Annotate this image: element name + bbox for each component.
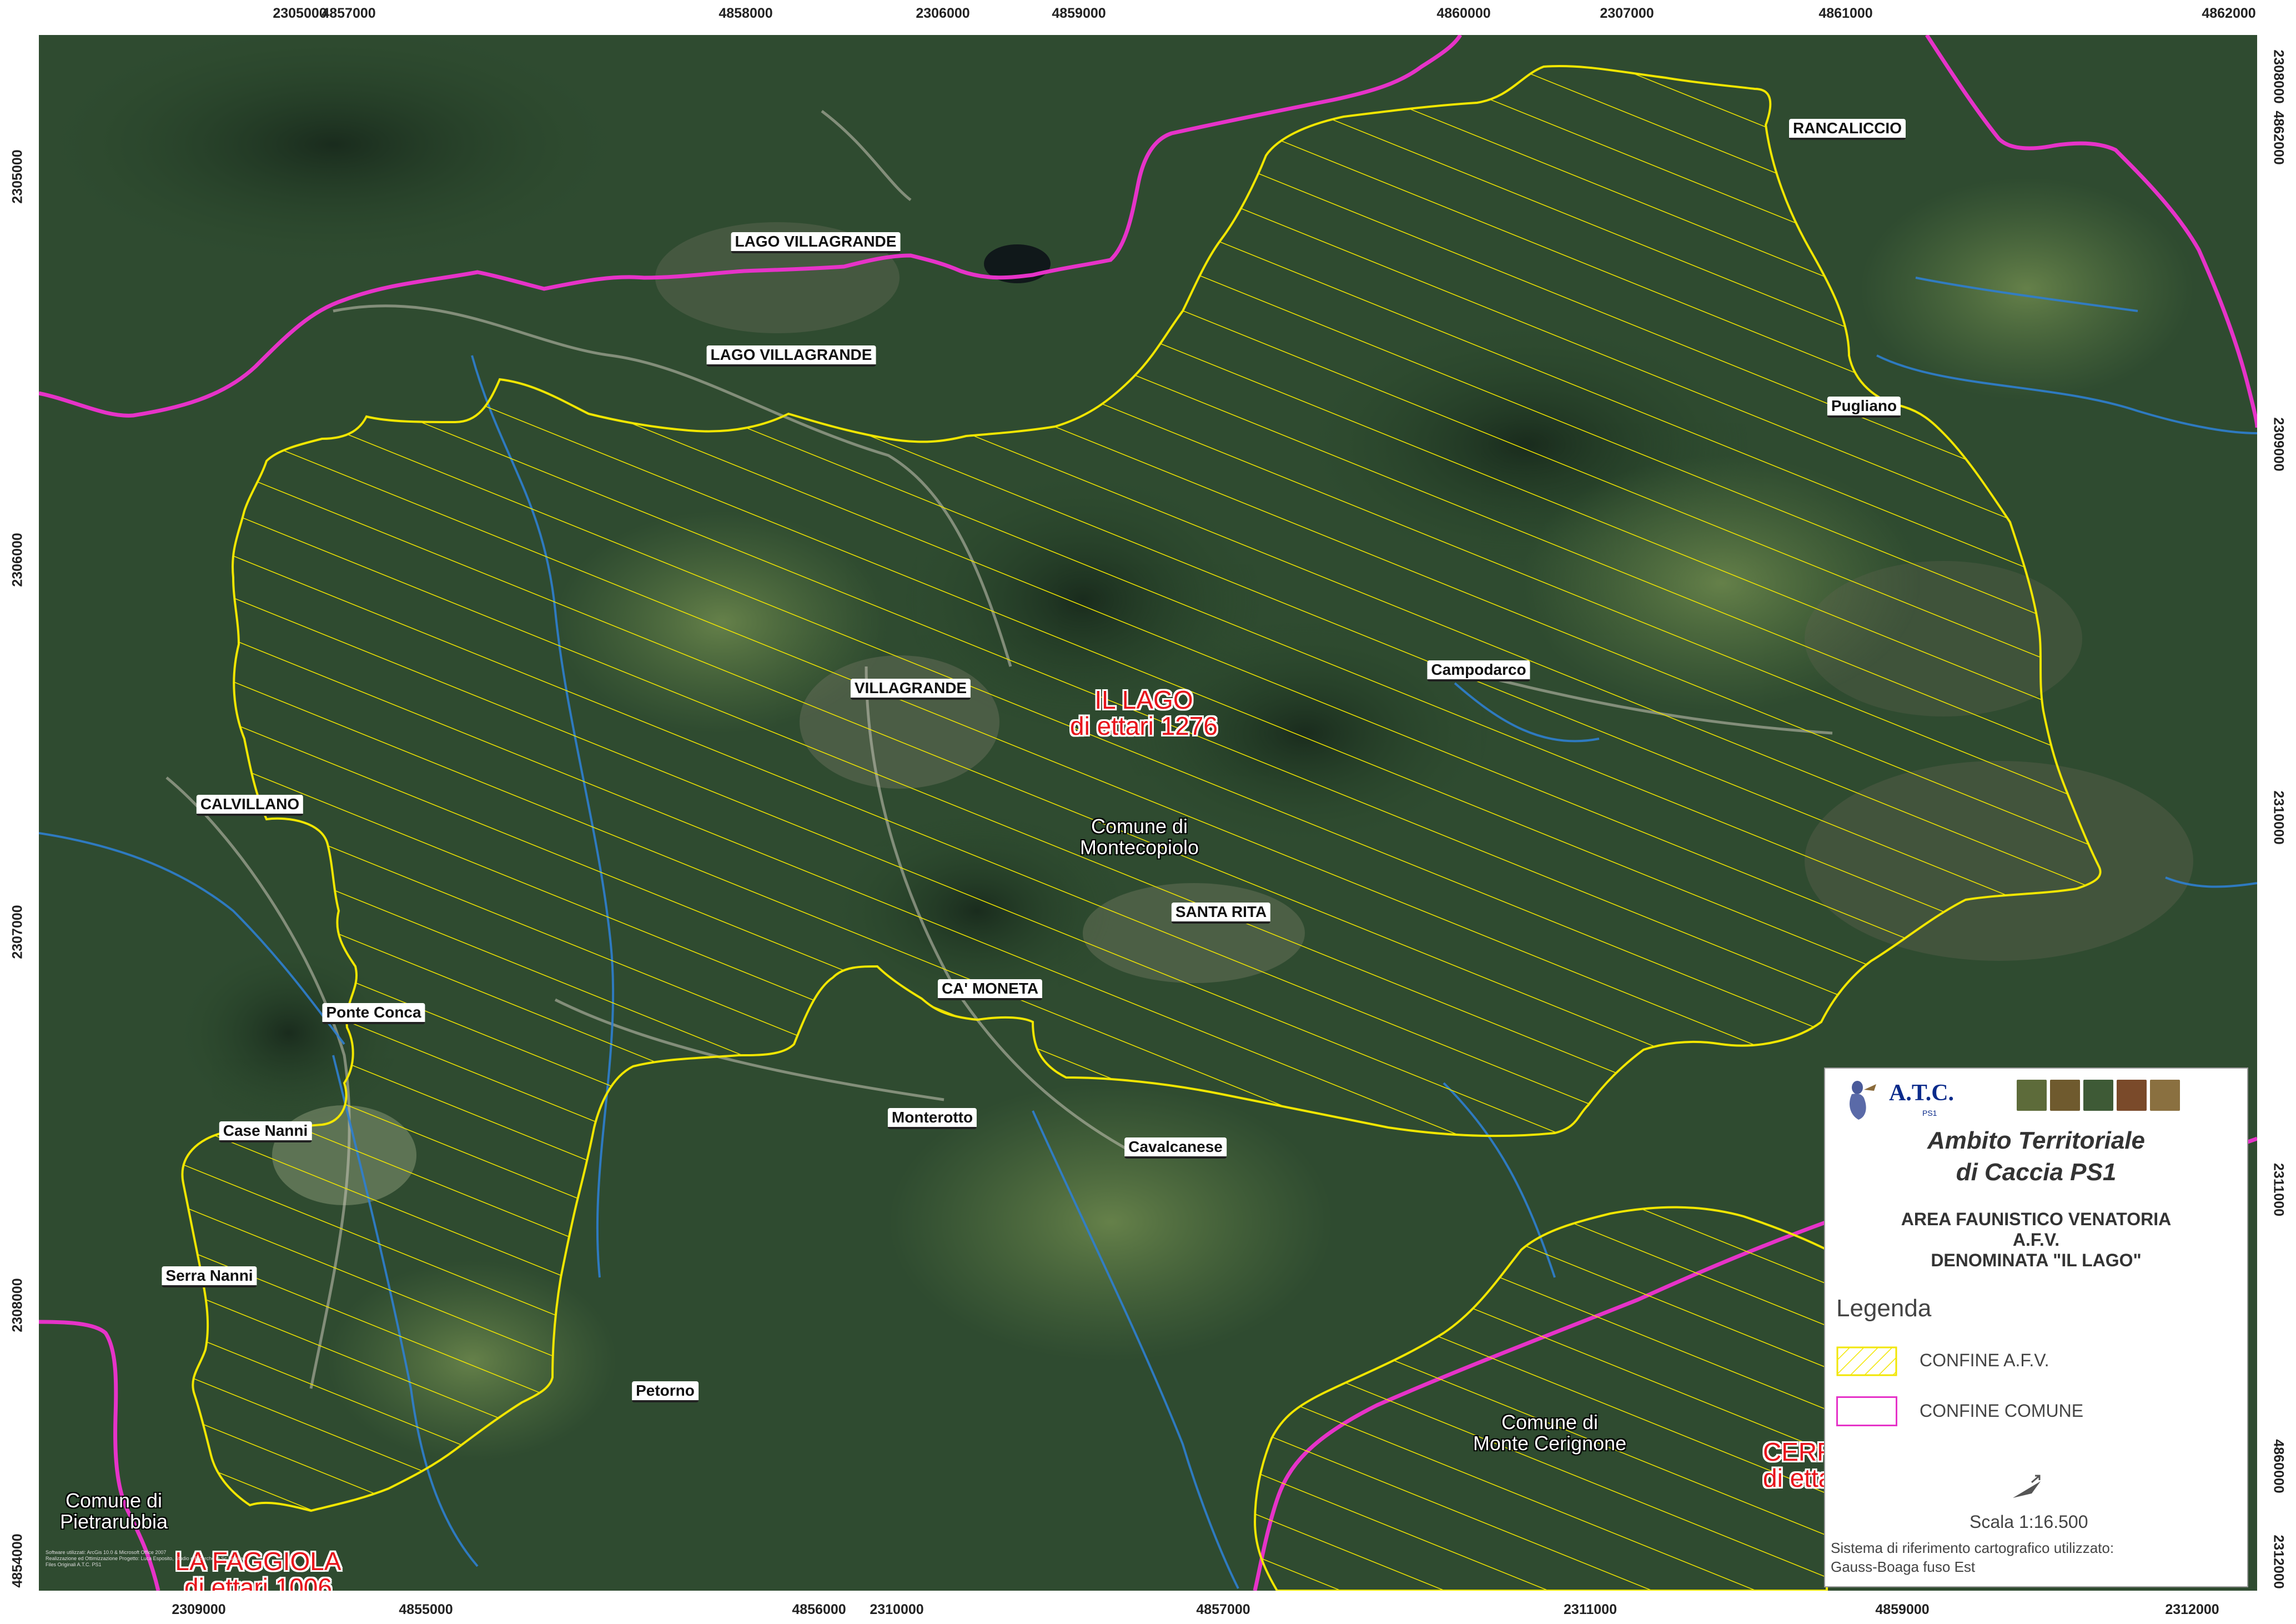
place-label: Case Nanni — [219, 1121, 312, 1142]
coord-bottom: 2312000 — [2165, 1602, 2219, 1617]
wildlife-photo — [2017, 1080, 2047, 1111]
place-label: Campodarco — [1427, 660, 1530, 681]
area-label-line: di ettari 1006 — [184, 1573, 332, 1591]
place-label: Serra Nanni — [162, 1266, 257, 1287]
place-label: Cavalcanese — [1124, 1137, 1227, 1159]
comune-label-montecopiolo: Comune di Montecopiolo — [1080, 816, 1199, 858]
reference-system-text: Sistema di riferimento cartografico util… — [1831, 1540, 2114, 1556]
coord-right: 2311000 — [2270, 1163, 2287, 1216]
area-label-il-lago: IL LAGO di ettari 1276 — [1070, 687, 1218, 739]
reference-system-text: Gauss-Boaga fuso Est — [1831, 1558, 1976, 1575]
area-label-line: di ettari 1276 — [1070, 711, 1218, 740]
logo-sub: PS1 — [1922, 1109, 1937, 1117]
coord-left: 2307000 — [9, 905, 26, 959]
comune-label-line: Pietrarubbia — [59, 1510, 168, 1533]
place-label: Monterotto — [887, 1108, 977, 1129]
coord-top: 4860000 — [1436, 6, 1491, 21]
coord-right: 2310000 — [2270, 790, 2287, 845]
comune-label-pietrarubbia: Comune di Pietrarubbia — [60, 1490, 168, 1532]
coord-right: 4860000 — [2270, 1439, 2287, 1493]
coord-bottom: 4857000 — [1196, 1602, 1250, 1617]
comune-label-monte-cerignone: Comune di Monte Cerignone — [1473, 1412, 1626, 1454]
coord-top: 2307000 — [1600, 6, 1654, 21]
place-label: Petorno — [632, 1381, 699, 1402]
legend-title: di Caccia PS1 — [1956, 1159, 2117, 1186]
coord-bottom: 2311000 — [1564, 1602, 1617, 1617]
afv-swatch — [1836, 1346, 1897, 1376]
coord-bottom: 2309000 — [172, 1602, 226, 1617]
scale-text: Scala 1:16.500 — [1970, 1512, 2088, 1532]
comune-label-line: Montecopiolo — [1079, 836, 1199, 859]
legend-item-label: CONFINE COMUNE — [1920, 1401, 2084, 1421]
wildlife-photo — [2083, 1080, 2113, 1111]
comune-label-line: Comune di — [1501, 1411, 1599, 1434]
legend-title: Ambito Territoriale — [1927, 1127, 2145, 1154]
coord-top: 4857000 — [321, 6, 376, 21]
coord-left: 2308000 — [9, 1278, 26, 1332]
legend-panel: A.T.C. PS1 Ambito Territoriale di Caccia… — [1824, 1067, 2248, 1587]
place-label: RANCALICCIO — [1789, 119, 1906, 140]
place-label: Ponte Conca — [322, 1003, 425, 1024]
coord-left: 2306000 — [9, 533, 26, 587]
coord-top: 4862000 — [2202, 6, 2256, 21]
coord-bottom: 2310000 — [870, 1602, 924, 1617]
atc-logo-icon — [1850, 1081, 1876, 1120]
place-label: LAGO VILLAGRANDE — [706, 345, 876, 367]
coord-bottom: 4859000 — [1875, 1602, 1930, 1617]
coord-top: 4861000 — [1818, 6, 1873, 21]
coord-right: 2308000 — [2270, 49, 2287, 104]
credits-text: Software utilizzati: ArcGis 10.0 & Micro… — [46, 1550, 246, 1567]
legend-item-label: CONFINE A.F.V. — [1920, 1350, 2049, 1370]
coord-top: 4859000 — [1052, 6, 1106, 21]
place-label: SANTA RITA — [1171, 903, 1271, 924]
coord-top: 2305000 — [273, 6, 327, 21]
wildlife-photo — [2050, 1080, 2080, 1111]
coord-bottom: 4856000 — [792, 1602, 846, 1617]
place-label: VILLAGRANDE — [850, 679, 971, 700]
place-label: LAGO VILLAGRANDE — [731, 232, 901, 253]
legenda-heading: Legenda — [1836, 1295, 1932, 1322]
area-label-line: IL LAGO — [1094, 685, 1193, 715]
coord-right: 2312000 — [2270, 1535, 2287, 1589]
comune-label-line: Comune di — [1091, 815, 1188, 838]
logo-text: A.T.C. — [1889, 1080, 1955, 1106]
comune-label-line: Comune di — [65, 1489, 163, 1512]
area-title: AREA FAUNISTICO VENATORIA — [1901, 1209, 2172, 1229]
north-arrow-icon — [2013, 1475, 2041, 1498]
place-label: CA' MONETA — [937, 979, 1043, 1000]
coord-left: 4854000 — [9, 1533, 26, 1588]
coord-right: 4862000 — [2270, 111, 2287, 165]
area-title: DENOMINATA "IL LAGO" — [1931, 1250, 2142, 1270]
area-title: A.F.V. — [2012, 1230, 2060, 1250]
wildlife-photo — [2117, 1080, 2147, 1111]
map-frame: 2305000 4857000 4858000 2306000 4859000 … — [0, 0, 2296, 1624]
coord-left: 2305000 — [9, 149, 26, 204]
place-label: CALVILLANO — [196, 795, 304, 816]
place-label: Pugliano — [1827, 397, 1901, 418]
coord-bottom: 4855000 — [399, 1602, 453, 1617]
wildlife-photo — [2150, 1080, 2180, 1111]
comune-label-line: Monte Cerignone — [1473, 1432, 1627, 1455]
coord-top: 2306000 — [916, 6, 970, 21]
coord-top: 4858000 — [719, 6, 773, 21]
coord-right: 2309000 — [2270, 417, 2287, 472]
comune-swatch — [1836, 1396, 1897, 1426]
